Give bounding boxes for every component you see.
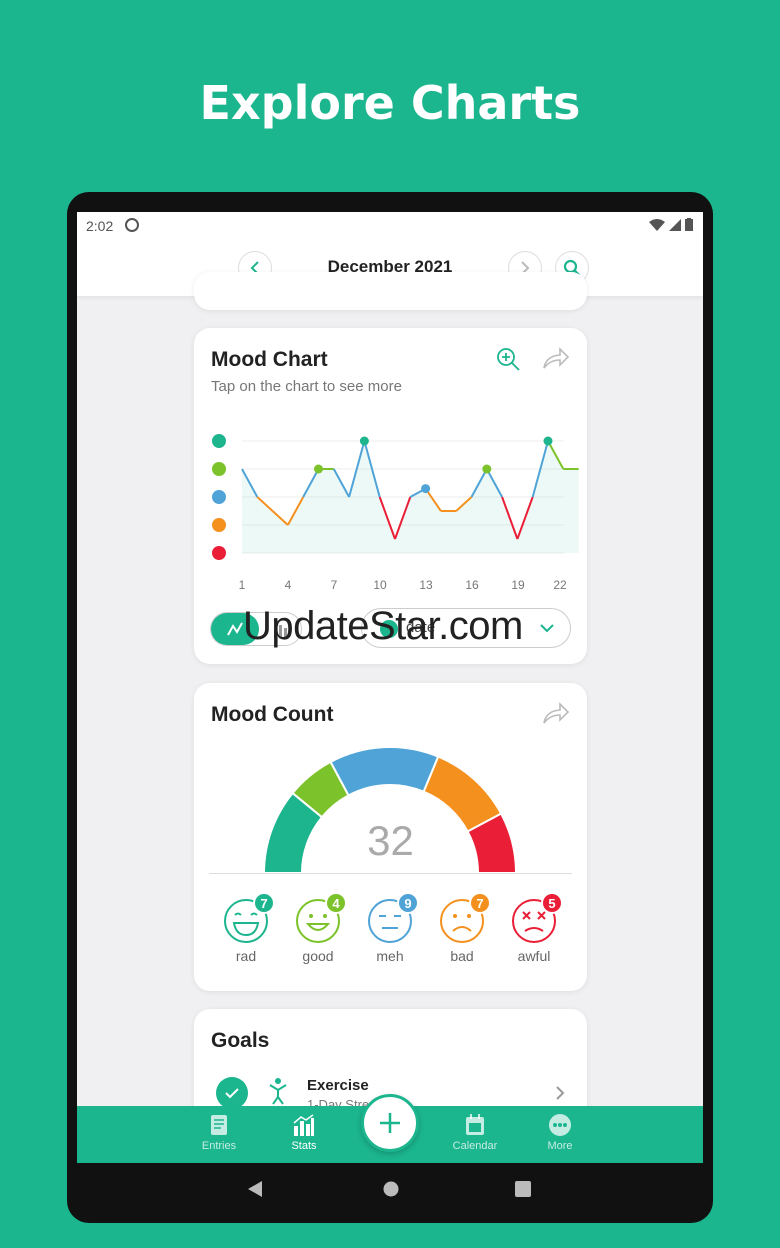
- chart-point: [543, 436, 553, 446]
- nav-calendar-label: Calendar: [452, 1140, 498, 1152]
- check-icon: [225, 1088, 239, 1099]
- mood-label: awful: [517, 948, 551, 964]
- meh-level-icon: [212, 490, 226, 504]
- previous-card: [194, 272, 587, 310]
- bad-level-icon: [212, 518, 226, 532]
- x-tick-label: 1: [238, 578, 246, 592]
- mood-label: rad: [235, 948, 257, 964]
- rad-level-icon: [212, 434, 226, 448]
- nav-more-label: More: [547, 1140, 573, 1152]
- bottom-nav: Entries Stats Calendar More: [77, 1094, 703, 1163]
- hero-title: Explore Charts: [199, 76, 581, 130]
- nav-stats[interactable]: Stats: [269, 1114, 339, 1152]
- mood-chart-subtitle: Tap on the chart to see more: [211, 378, 402, 395]
- entries-icon: [211, 1115, 227, 1135]
- mood-item-rad[interactable]: 7 rad: [216, 892, 276, 964]
- dnd-icon: [125, 218, 139, 232]
- mood-chart-title: Mood Chart: [211, 348, 328, 371]
- x-tick-label: 13: [419, 578, 433, 592]
- share-icon[interactable]: [542, 346, 570, 370]
- recents-icon[interactable]: [515, 1181, 531, 1197]
- mood-count-badge: 9: [397, 892, 419, 914]
- x-tick-label: 10: [373, 578, 387, 592]
- status-bar: 2:02: [77, 212, 703, 240]
- home-icon[interactable]: [383, 1181, 399, 1197]
- mood-label: bad: [450, 948, 474, 964]
- good-level-icon: [212, 462, 226, 476]
- calendar-icon: [466, 1114, 484, 1135]
- mood-item-awful[interactable]: 5 awful: [504, 892, 564, 964]
- mood-label: meh: [376, 948, 404, 964]
- mood-count-badge: 7: [469, 892, 491, 914]
- signal-icon: [669, 218, 681, 231]
- mood-count-badge: 5: [541, 892, 563, 914]
- chart-point: [482, 464, 492, 474]
- mood-item-bad[interactable]: 7 bad: [432, 892, 492, 964]
- x-tick-label: 16: [465, 578, 479, 592]
- awful-level-icon: [212, 546, 226, 560]
- add-entry-button[interactable]: [361, 1094, 419, 1152]
- goal-check-button[interactable]: [216, 1077, 248, 1109]
- zoom-in-icon[interactable]: [495, 346, 521, 372]
- mood-chart-plot[interactable]: [194, 418, 587, 578]
- mood-item-good[interactable]: 4 good: [288, 892, 348, 964]
- watermark-text: UpdateStar.com: [243, 604, 523, 648]
- goals-title: Goals: [211, 1029, 270, 1052]
- nav-entries[interactable]: Entries: [184, 1114, 254, 1152]
- more-icon: [549, 1114, 571, 1136]
- mood-count-badge: 7: [253, 892, 275, 914]
- goal-title: Exercise: [307, 1077, 369, 1094]
- mood-total-count: 32: [367, 817, 414, 864]
- nav-stats-label: Stats: [291, 1140, 317, 1152]
- status-time: 2:02: [86, 218, 114, 234]
- nav-calendar[interactable]: Calendar: [440, 1114, 510, 1152]
- mood-count-badge: 4: [325, 892, 347, 914]
- mood-count-card: Mood Count 32 7 rad 4 good 9 meh 7 bad 5…: [194, 683, 587, 991]
- chart-point: [421, 484, 431, 494]
- gauge-segment-meh: [329, 746, 440, 797]
- x-tick-label: 7: [330, 578, 338, 592]
- status-icons: [649, 218, 693, 231]
- mood-label: good: [302, 948, 334, 964]
- battery-icon: [685, 218, 693, 231]
- share-icon[interactable]: [542, 701, 570, 725]
- chevron-right-icon[interactable]: [555, 1085, 565, 1101]
- x-tick-label: 22: [553, 578, 567, 592]
- chart-point: [314, 464, 323, 474]
- mood-count-title: Mood Count: [211, 703, 334, 726]
- x-tick-label: 19: [511, 578, 525, 592]
- wifi-icon: [649, 218, 665, 231]
- mood-item-meh[interactable]: 9 meh: [360, 892, 420, 964]
- nav-entries-label: Entries: [201, 1140, 237, 1152]
- plus-icon: [380, 1113, 400, 1133]
- system-nav-bar: [67, 1163, 713, 1213]
- app-screen: 2:02 December 2021 Mood Chart Tap on the…: [77, 212, 703, 1163]
- x-tick-label: 4: [284, 578, 292, 592]
- nav-more[interactable]: More: [525, 1114, 595, 1152]
- stats-icon: [293, 1114, 314, 1136]
- line-chart-icon: [227, 622, 243, 636]
- yoga-icon: [269, 1078, 287, 1105]
- chevron-down-icon: [540, 624, 554, 633]
- back-icon[interactable]: [247, 1180, 263, 1198]
- chart-point: [359, 436, 369, 446]
